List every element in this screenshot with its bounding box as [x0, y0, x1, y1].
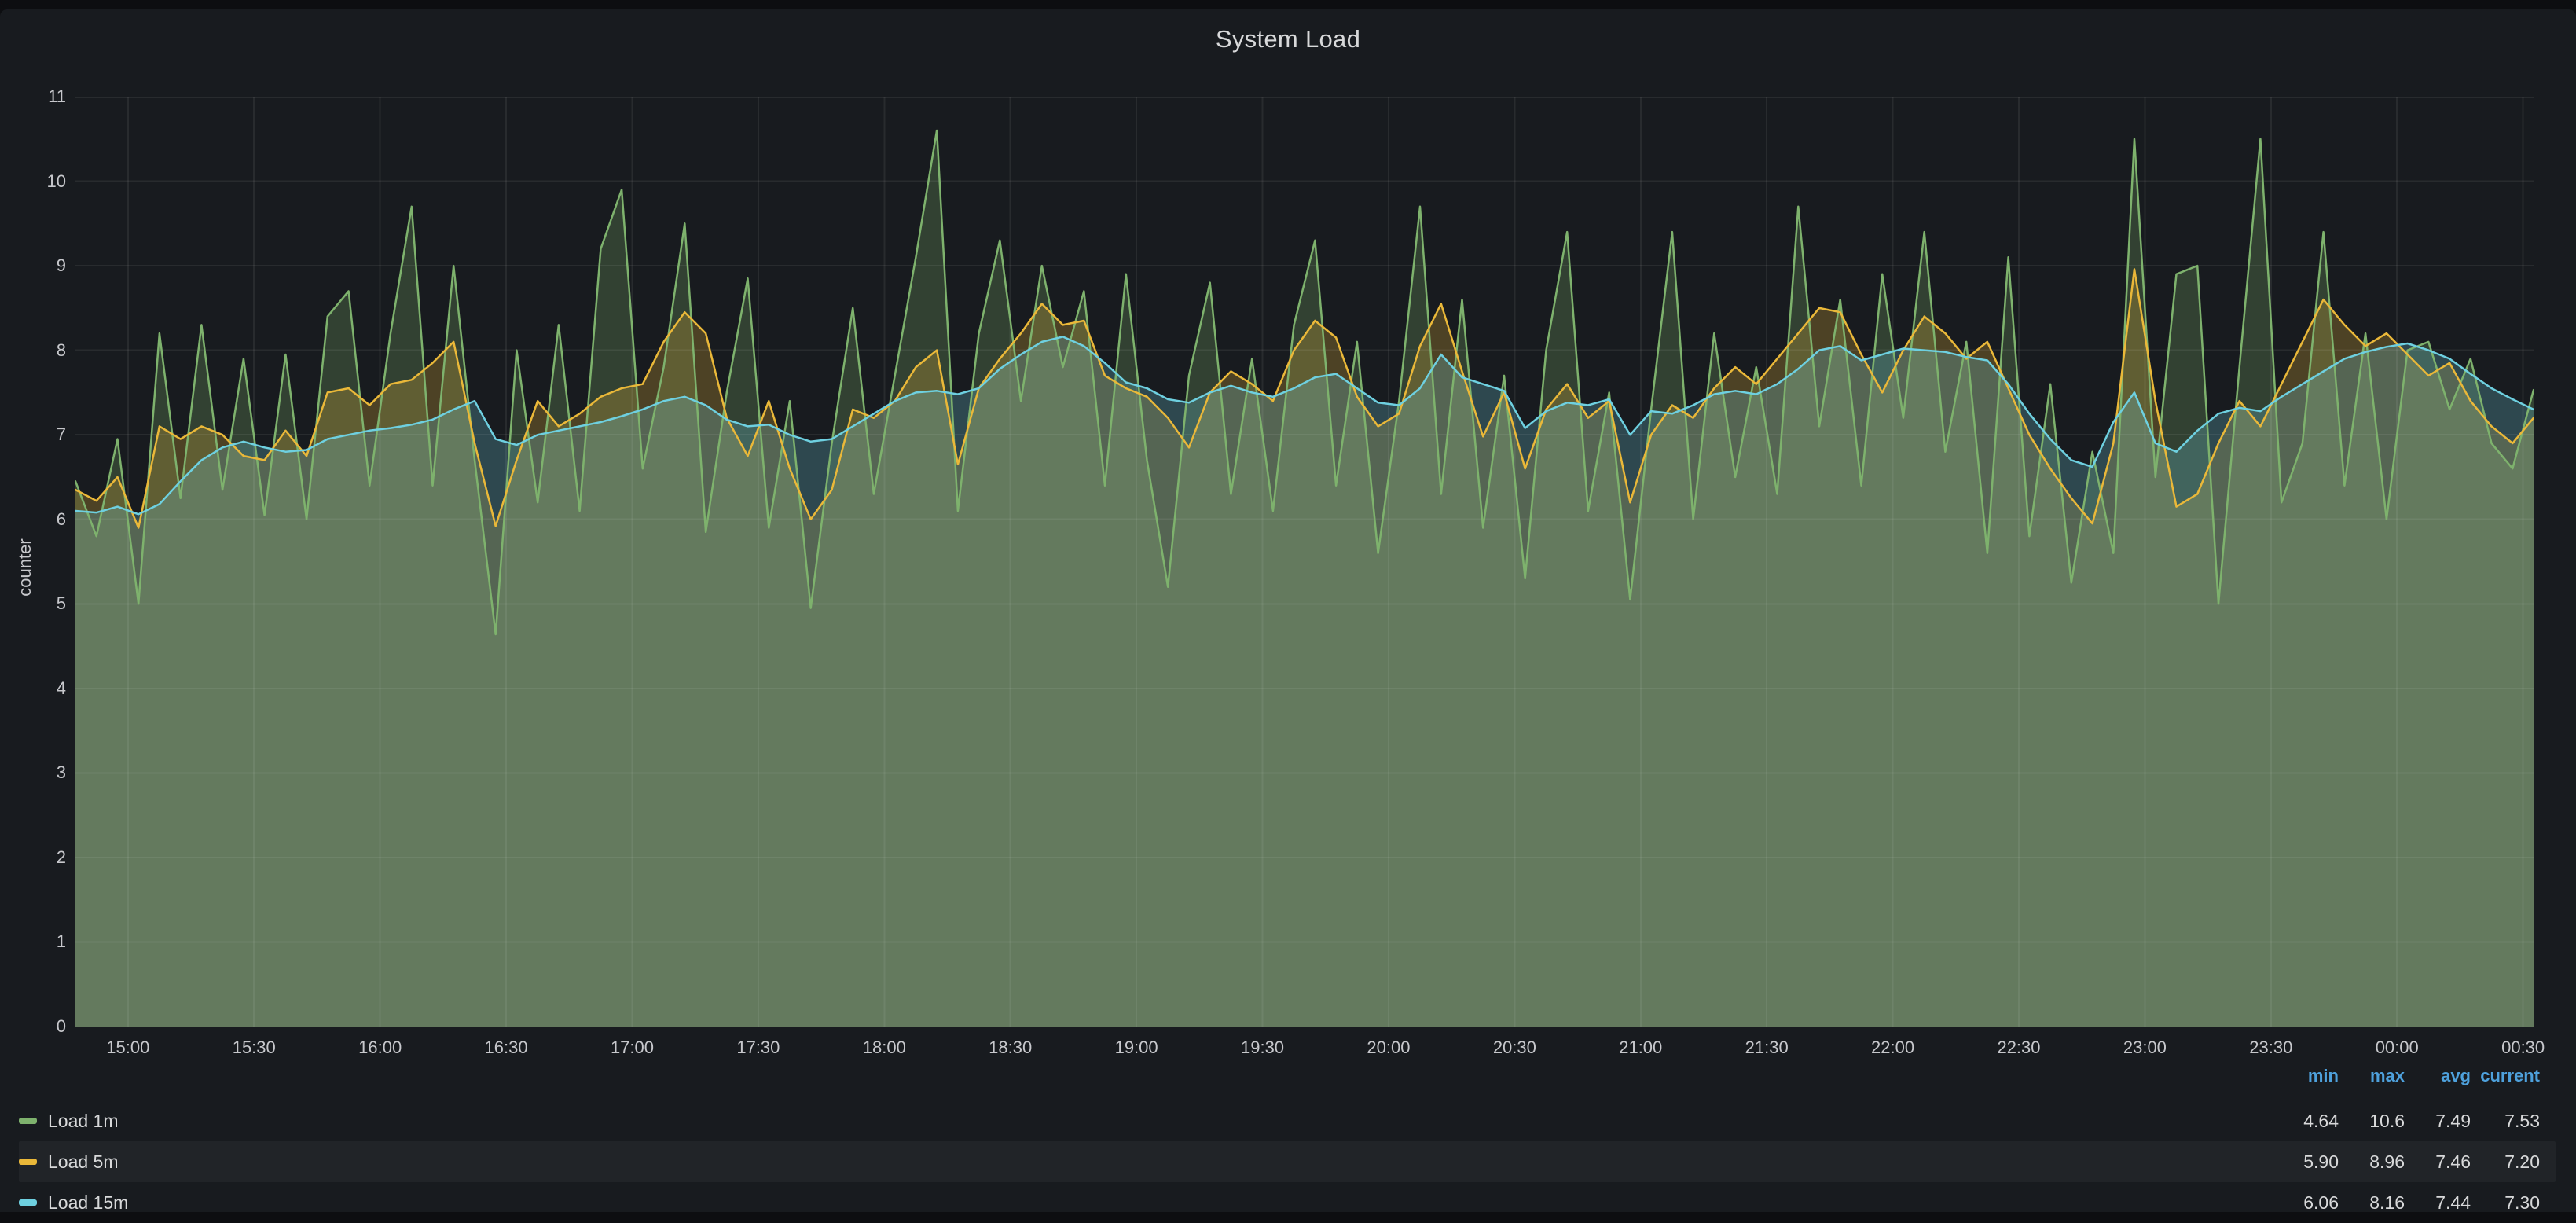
x-tick-label: 19:30 — [1208, 1038, 1318, 1058]
y-tick-label: 5 — [11, 593, 66, 614]
x-tick-label: 22:30 — [1964, 1038, 2074, 1058]
y-tick-label: 9 — [11, 255, 66, 276]
legend-header-max[interactable]: max — [2339, 1066, 2405, 1086]
y-tick-label: 7 — [11, 424, 66, 445]
x-tick-label: 18:00 — [829, 1038, 939, 1058]
y-tick-label: 0 — [11, 1016, 66, 1037]
legend-row-load-15m[interactable]: Load 15m 6.068.167.447.30 — [19, 1182, 2556, 1223]
legend-value-max: 8.96 — [2339, 1151, 2405, 1173]
legend-header-avg[interactable]: avg — [2405, 1066, 2471, 1086]
x-tick-label: 17:30 — [703, 1038, 813, 1058]
x-tick-label: 23:30 — [2216, 1038, 2326, 1058]
x-tick-label: 17:00 — [577, 1038, 687, 1058]
x-tick-label: 15:30 — [199, 1038, 309, 1058]
y-tick-label: 4 — [11, 678, 66, 699]
legend-value-max: 10.6 — [2339, 1111, 2405, 1132]
legend-value-current: 7.20 — [2471, 1151, 2540, 1173]
x-tick-label: 00:30 — [2468, 1038, 2576, 1058]
x-tick-label: 16:30 — [451, 1038, 561, 1058]
legend-header-current[interactable]: current — [2471, 1066, 2540, 1086]
legend-toggle-load-1m[interactable]: Load 1m — [19, 1111, 2273, 1132]
legend-toggle-load-5m[interactable]: Load 5m — [19, 1151, 2273, 1173]
y-tick-label: 6 — [11, 509, 66, 530]
legend-value-current: 7.30 — [2471, 1192, 2540, 1214]
graph-panel: System Load counter 0 1 2 3 4 5 6 7 8 9 10 11 15:00… — [0, 9, 2576, 1212]
x-tick-label: 18:30 — [956, 1038, 1066, 1058]
legend-value-avg: 7.49 — [2405, 1111, 2471, 1132]
legend-value-avg: 7.46 — [2405, 1151, 2471, 1173]
series-label: Load 15m — [48, 1192, 128, 1214]
legend-value-min: 6.06 — [2273, 1192, 2339, 1214]
load-chart-svg[interactable] — [75, 97, 2534, 1027]
y-axis-label: counter — [15, 538, 35, 596]
x-tick-label: 19:00 — [1081, 1038, 1191, 1058]
panel-title[interactable]: System Load — [0, 25, 2576, 53]
legend-value-avg: 7.44 — [2405, 1192, 2471, 1214]
legend-value-min: 4.64 — [2273, 1111, 2339, 1132]
x-tick-label: 16:00 — [325, 1038, 435, 1058]
y-tick-label: 10 — [11, 171, 66, 192]
y-tick-label: 8 — [11, 340, 66, 361]
legend-toggle-load-15m[interactable]: Load 15m — [19, 1192, 2273, 1214]
x-tick-label: 00:00 — [2342, 1038, 2452, 1058]
legend-value-max: 8.16 — [2339, 1192, 2405, 1214]
y-tick-label: 3 — [11, 762, 66, 783]
legend-header-min[interactable]: min — [2273, 1066, 2339, 1086]
x-tick-label: 22:00 — [1838, 1038, 1948, 1058]
y-tick-label: 1 — [11, 931, 66, 952]
x-tick-label: 21:30 — [1712, 1038, 1822, 1058]
x-tick-label: 21:00 — [1586, 1038, 1696, 1058]
x-tick-label: 20:30 — [1459, 1038, 1569, 1058]
x-tick-label: 20:00 — [1334, 1038, 1444, 1058]
legend-value-min: 5.90 — [2273, 1151, 2339, 1173]
legend-header-row: minmaxavgcurrent — [19, 1059, 2556, 1093]
legend-value-current: 7.53 — [2471, 1111, 2540, 1132]
y-tick-label: 11 — [11, 86, 66, 107]
x-tick-label: 23:00 — [2090, 1038, 2200, 1058]
series-color-swatch — [19, 1118, 37, 1124]
series-color-swatch — [19, 1199, 37, 1206]
x-tick-label: 15:00 — [73, 1038, 183, 1058]
chart-plot-area[interactable] — [75, 97, 2534, 1027]
series-color-swatch — [19, 1159, 37, 1165]
y-tick-label: 2 — [11, 847, 66, 868]
legend-row-load-1m[interactable]: Load 1m 4.6410.67.497.53 — [19, 1100, 2556, 1141]
series-label: Load 5m — [48, 1151, 119, 1173]
series-label: Load 1m — [48, 1111, 119, 1132]
legend-row-load-5m[interactable]: Load 5m 5.908.967.467.20 — [19, 1141, 2556, 1182]
